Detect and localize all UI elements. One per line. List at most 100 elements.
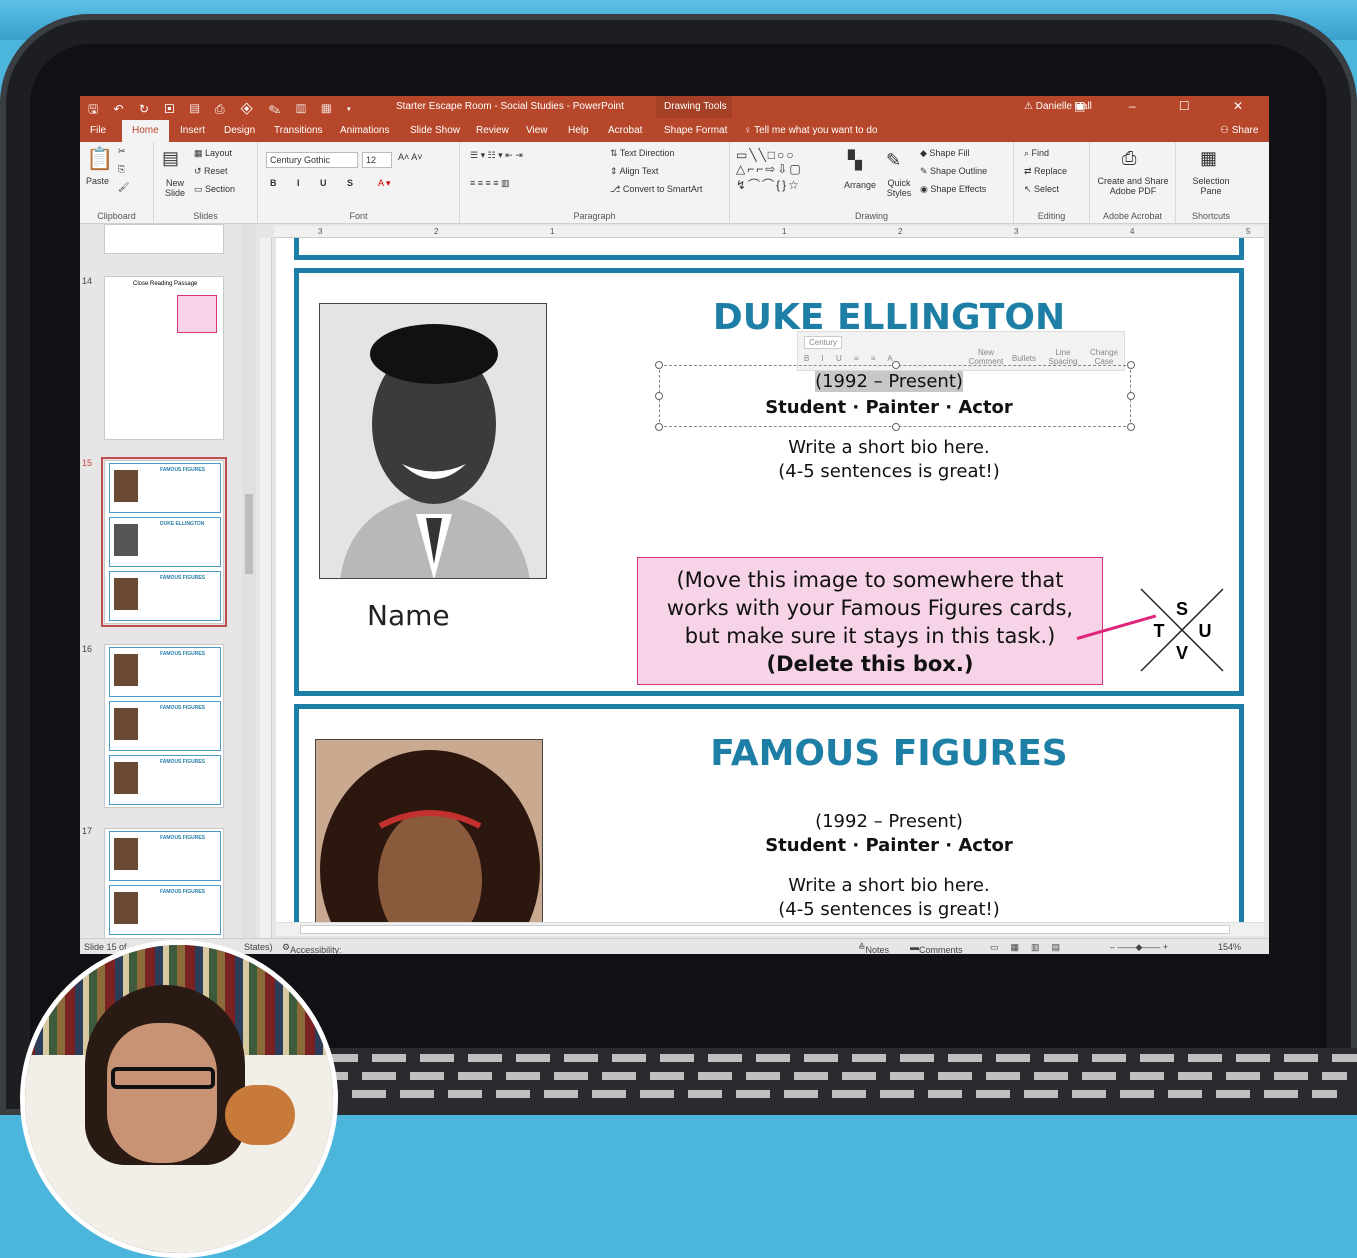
tab-review[interactable]: Review: [476, 125, 509, 136]
mini-bullets[interactable]: Bullets: [1012, 354, 1036, 363]
arrange-icon[interactable]: ▚: [848, 150, 862, 171]
mini-title: FAMOUS FIGURES: [160, 835, 206, 841]
reset-button[interactable]: ↺ Reset: [194, 166, 228, 177]
thumbnails-scroll-thumb[interactable]: [245, 494, 253, 574]
tab-help[interactable]: Help: [568, 125, 589, 136]
share-button[interactable]: ⚇ Share: [1220, 125, 1258, 136]
card-1-years-line[interactable]: (1992 – Present): [599, 371, 1179, 392]
thumbnail-14-title: Close Reading Passage: [133, 281, 198, 287]
tab-shape-format[interactable]: Shape Format: [664, 125, 727, 136]
paste-button[interactable]: Paste: [86, 176, 109, 186]
zoom-level[interactable]: 154%: [1218, 942, 1241, 952]
section-button[interactable]: ▭ Section: [194, 184, 235, 195]
thumbnail-slide-16[interactable]: FAMOUS FIGURES FAMOUS FIGURES FAMOUS FIG…: [104, 644, 224, 808]
window-controls[interactable]: ▣ – ☐ ✕: [1074, 99, 1263, 113]
duke-ellington-photo[interactable]: [319, 303, 547, 579]
align-text-button[interactable]: ⇕ Align Text: [610, 166, 658, 177]
create-pdf-button[interactable]: Create and Share Adobe PDF: [1096, 176, 1170, 196]
thumbnail-slide-13[interactable]: [104, 224, 224, 254]
quick-styles-icon[interactable]: ✎: [886, 150, 901, 171]
mini-change-case[interactable]: Change Case: [1086, 348, 1122, 366]
view-buttons[interactable]: ▭▦▥▤: [990, 942, 1072, 953]
resize-handle[interactable]: [655, 361, 663, 369]
horizontal-scrollbar[interactable]: [276, 922, 1264, 936]
resize-handle[interactable]: [892, 423, 900, 431]
compass-letter-left: T: [1154, 621, 1165, 641]
text-direction-button[interactable]: ⇅ Text Direction: [610, 148, 674, 159]
shortcuts-label: Shortcuts: [1191, 211, 1231, 221]
tab-home[interactable]: Home: [122, 120, 169, 142]
card-2-bio-line-2[interactable]: (4-5 sentences is great!): [599, 899, 1179, 920]
card-1-years[interactable]: (1992 – Present): [815, 371, 963, 392]
thumbnail-slide-17[interactable]: FAMOUS FIGURES FAMOUS FIGURES: [104, 828, 224, 940]
mini-new-comment[interactable]: New Comment: [968, 348, 1004, 366]
card-1-bio-line-1[interactable]: Write a short bio here.: [599, 437, 1179, 458]
comments-button[interactable]: ▬ Comments: [910, 942, 963, 954]
notes-button[interactable]: ≙ Notes: [858, 942, 889, 954]
slide-canvas[interactable]: Name DUKE ELLINGTON Century B I U ≡ ≡ A …: [276, 238, 1264, 930]
zoom-slider[interactable]: – ——◆—— +: [1110, 942, 1168, 953]
tab-file[interactable]: File: [90, 125, 106, 136]
card-1-roles[interactable]: Student · Painter · Actor: [599, 397, 1179, 418]
title-bar: 🖫 ↶ ↻ ▣ ▤ ⎙ ◈ ✎ ▥ ▦ ▾ Starter Escape Roo…: [80, 96, 1269, 118]
tab-design[interactable]: Design: [224, 125, 255, 136]
tab-transitions[interactable]: Transitions: [274, 125, 323, 136]
letter-compass-image[interactable]: S T U V: [1137, 585, 1227, 675]
group-editing: ⌕ Find ⇄ Replace ↖ Select Editing: [1014, 142, 1090, 224]
famous-figure-photo[interactable]: [315, 739, 543, 930]
horizontal-scroll-thumb[interactable]: [300, 925, 1230, 934]
grow-font-icon[interactable]: A˄ A˅: [398, 152, 423, 162]
tab-insert[interactable]: Insert: [180, 125, 205, 136]
resize-handle[interactable]: [1127, 423, 1135, 431]
convert-smartart-button[interactable]: ⎇ Convert to SmartArt: [610, 184, 702, 195]
font-family-select[interactable]: Century Gothic: [266, 152, 358, 168]
tab-slide-show[interactable]: Slide Show: [410, 125, 460, 136]
mini-card: FAMOUS FIGURES: [109, 831, 221, 881]
font-size-select[interactable]: 12: [362, 152, 392, 168]
copy-icon[interactable]: ⎘: [118, 164, 125, 175]
card-2-bio-line-1[interactable]: Write a short bio here.: [599, 875, 1179, 896]
mini-font-select[interactable]: Century: [804, 336, 843, 349]
shapes-gallery[interactable]: ▭╲╲□○○ △⌐⌐⇨⇩▢ ↯⌒⌒{}☆: [736, 148, 803, 193]
resize-handle[interactable]: [892, 361, 900, 369]
thumbnail-slide-15[interactable]: FAMOUS FIGURES DUKE ELLINGTON FAMOUS FIG…: [101, 457, 227, 627]
resize-handle[interactable]: [655, 423, 663, 431]
card-2-roles[interactable]: Student · Painter · Actor: [599, 835, 1179, 856]
tab-animations[interactable]: Animations: [340, 125, 389, 136]
tab-acrobat[interactable]: Acrobat: [608, 125, 642, 136]
format-painter-icon[interactable]: 🖌: [118, 182, 129, 193]
find-button[interactable]: ⌕ Find: [1024, 148, 1049, 159]
layout-button[interactable]: ▦ Layout: [194, 148, 232, 159]
shape-outline-button[interactable]: ✎ Shape Outline: [920, 166, 987, 177]
pdf-icon[interactable]: ⎙: [1122, 148, 1136, 169]
thumbnail-slide-14[interactable]: Close Reading Passage: [104, 276, 224, 440]
thumbnails-scrollbar[interactable]: [242, 224, 256, 940]
card-2-title[interactable]: FAMOUS FIGURES: [599, 733, 1179, 774]
card-2-years[interactable]: (1992 – Present): [599, 811, 1179, 832]
card-1-bio-line-2[interactable]: (4-5 sentences is great!): [599, 461, 1179, 482]
shape-effects-button[interactable]: ◉ Shape Effects: [920, 184, 986, 195]
note-line-1: (Move this image to somewhere that: [676, 568, 1064, 592]
paste-icon[interactable]: 📋: [86, 146, 113, 172]
font-format-buttons[interactable]: B I U S: [270, 178, 362, 188]
new-slide-icon[interactable]: ▤: [162, 148, 179, 169]
selection-pane-button[interactable]: Selection Pane: [1182, 176, 1240, 196]
tab-view[interactable]: View: [526, 125, 548, 136]
quick-styles-button[interactable]: Quick Styles: [884, 178, 914, 198]
align-icons[interactable]: ≡ ≡ ≡ ≡ ▥: [470, 178, 510, 189]
shape-fill-button[interactable]: ◆ Shape Fill: [920, 148, 969, 159]
cut-icon[interactable]: ✂: [118, 146, 126, 157]
arrange-button[interactable]: Arrange: [844, 180, 876, 190]
ruler-mark: 3: [318, 227, 323, 236]
font-color-icon[interactable]: A ▾: [378, 178, 391, 189]
instruction-note-box[interactable]: (Move this image to somewhere that works…: [637, 557, 1103, 685]
select-button[interactable]: ↖ Select: [1024, 184, 1059, 195]
new-slide-button[interactable]: New Slide: [160, 178, 190, 198]
replace-button[interactable]: ⇄ Replace: [1024, 166, 1067, 177]
mini-line-spacing[interactable]: Line Spacing: [1048, 348, 1078, 366]
tell-me-search[interactable]: ♀ Tell me what you want to do: [744, 125, 878, 136]
selection-pane-icon[interactable]: ▦: [1200, 148, 1217, 169]
mini-format-buttons[interactable]: B I U ≡ ≡ A: [804, 354, 898, 363]
bullets-icon[interactable]: ☰ ▾ ☷ ▾ ⇤ ⇥: [470, 150, 523, 161]
resize-handle[interactable]: [1127, 361, 1135, 369]
